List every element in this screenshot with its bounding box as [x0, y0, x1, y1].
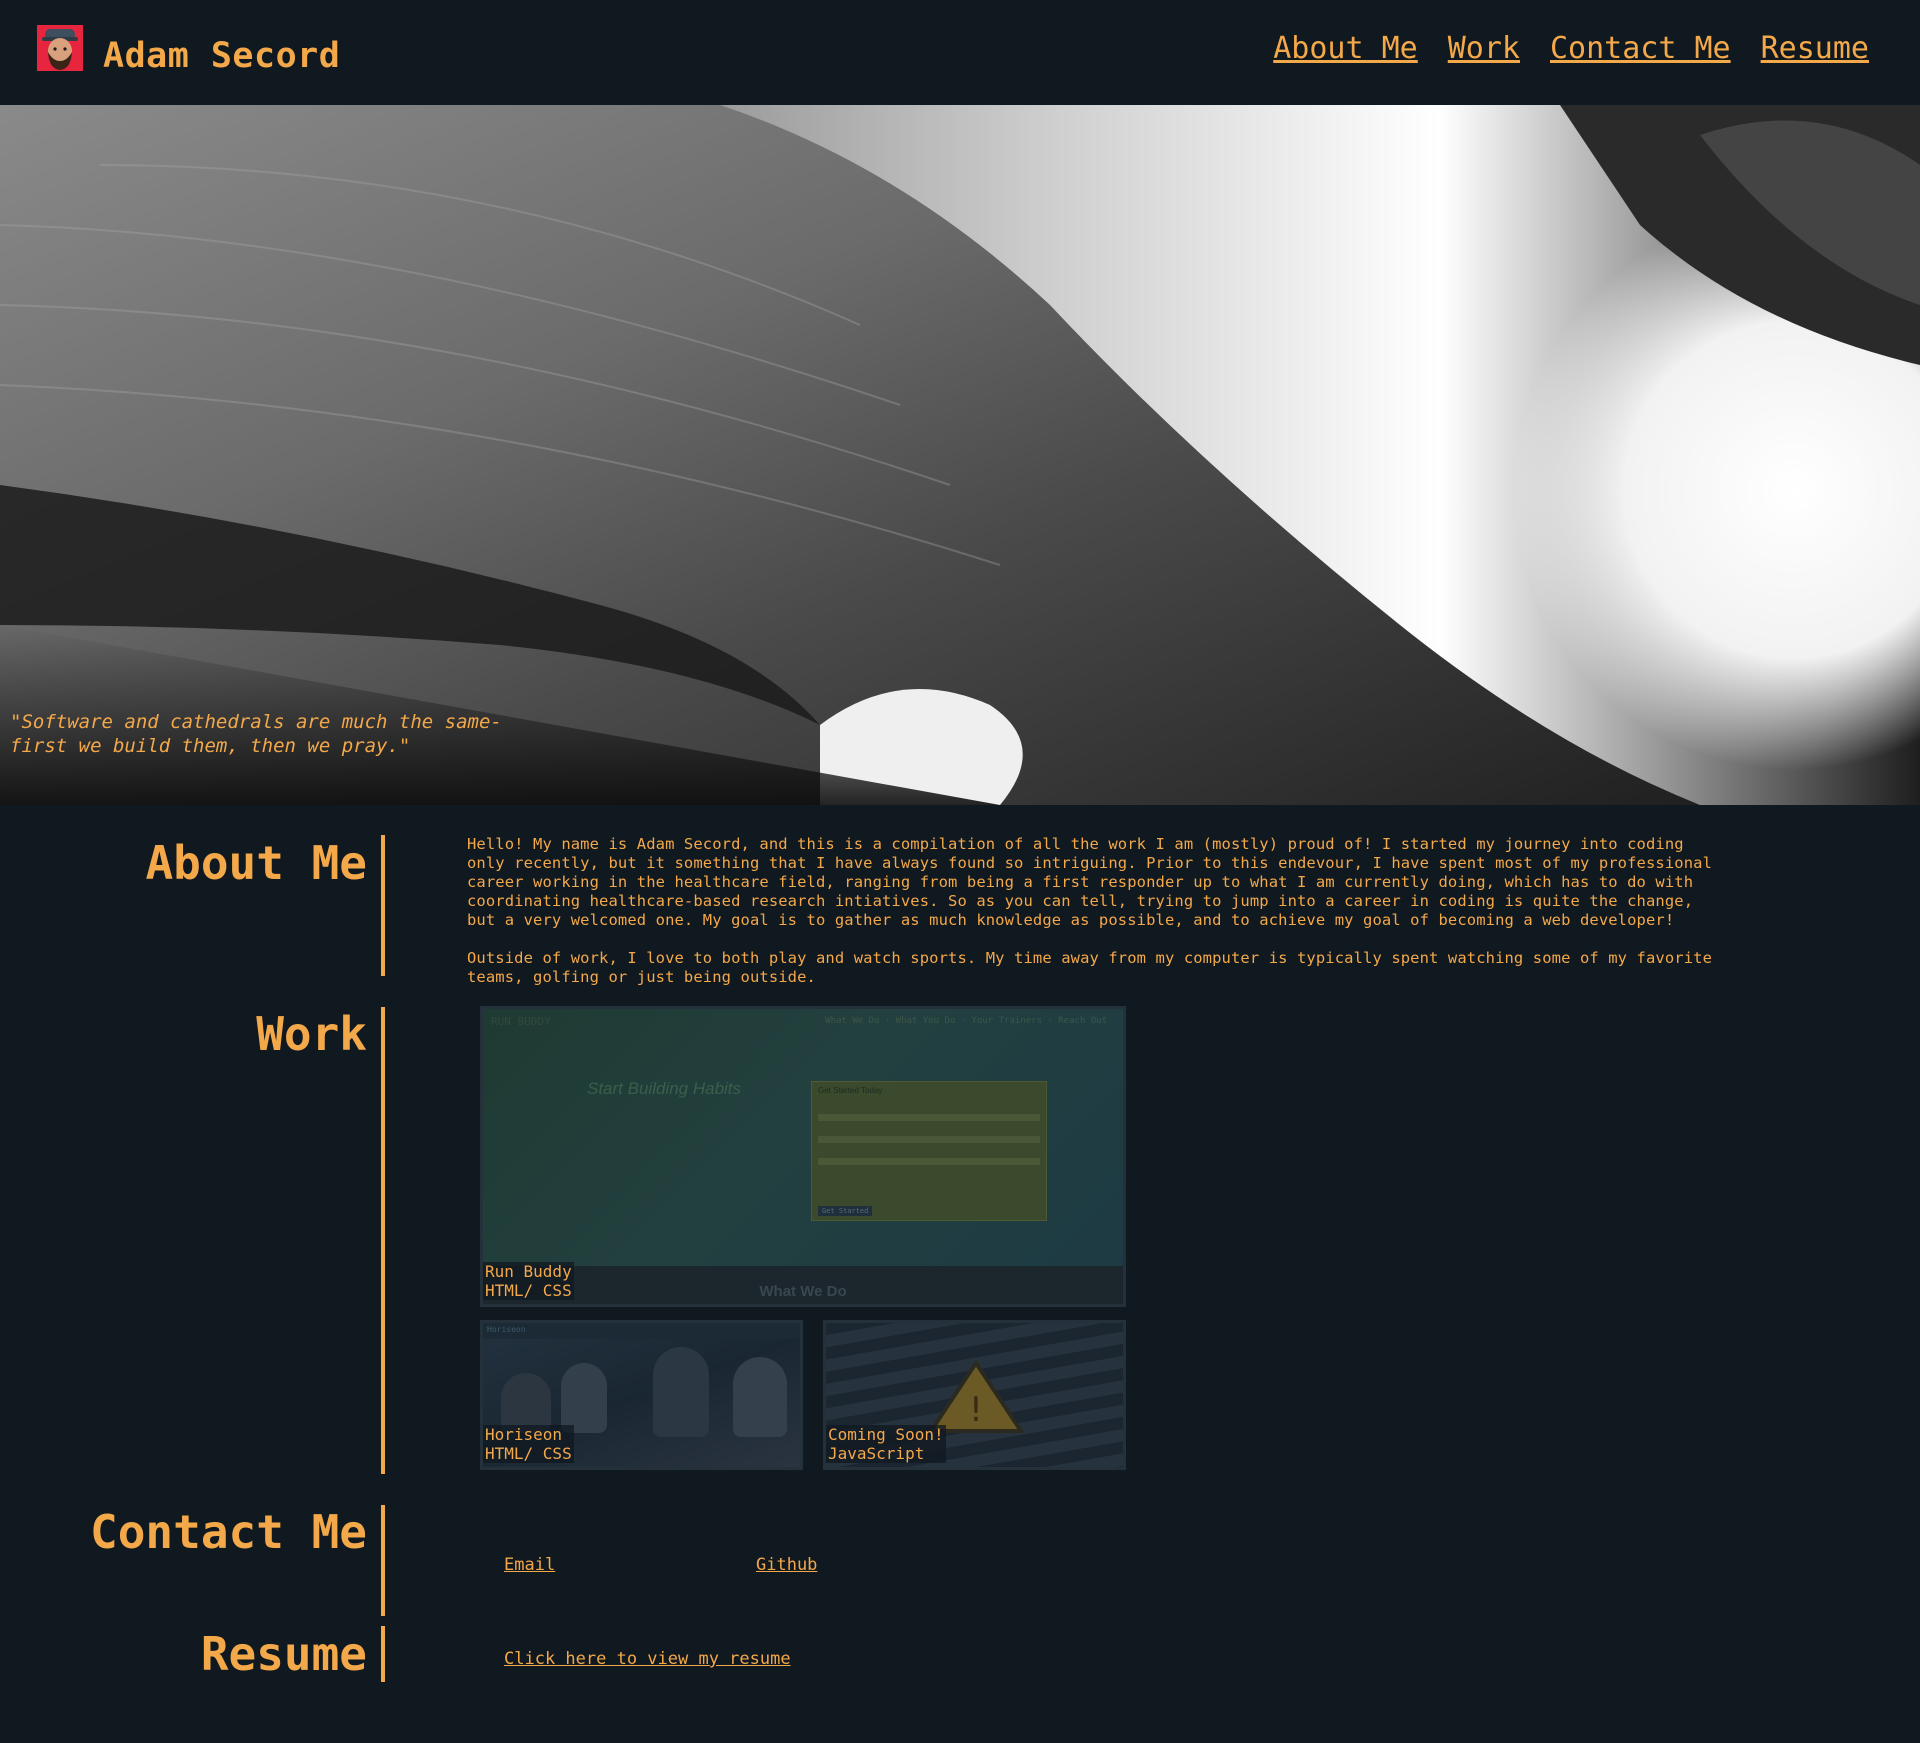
- avatar: [37, 25, 83, 71]
- thumb-figure: [561, 1363, 607, 1433]
- project-name: Horiseon: [485, 1425, 563, 1444]
- contact-title: Contact Me: [90, 1505, 367, 1559]
- project-card-run-buddy[interactable]: RUN BUDDY What We Do · What You Do · You…: [480, 1006, 1126, 1307]
- work-title: Work: [256, 1007, 367, 1061]
- nav-link-work[interactable]: Work: [1448, 31, 1520, 66]
- thumb-header-band: [483, 1323, 800, 1339]
- thumb-figure: [501, 1373, 551, 1433]
- email-link[interactable]: Email: [504, 1555, 555, 1575]
- thumb-form: Get Started Today Get Started: [811, 1081, 1047, 1221]
- github-link[interactable]: Github: [756, 1555, 817, 1575]
- about-paragraph-2: Outside of work, I love to both play and…: [467, 949, 1712, 986]
- thumb-form-field: [818, 1136, 1040, 1143]
- thumb-nav: What We Do · What You Do · Your Trainers…: [825, 1016, 1107, 1026]
- resume-title: Resume: [200, 1627, 367, 1681]
- nav-link-resume[interactable]: Resume: [1761, 31, 1869, 66]
- thumb-form-field: [818, 1158, 1040, 1165]
- thumb-footer-heading: What We Do: [759, 1283, 847, 1300]
- about-text: Hello! My name is Adam Secord, and this …: [467, 835, 1722, 987]
- resume-divider: [381, 1626, 385, 1682]
- main-nav: About Me Work Contact Me Resume: [1273, 31, 1869, 66]
- thumb-brand: Horiseon: [487, 1325, 526, 1334]
- svg-text:!: !: [969, 1390, 983, 1430]
- thumb-form-button: Get Started: [818, 1206, 873, 1216]
- project-card-coming-soon[interactable]: ! Coming Soon! JavaScript: [823, 1320, 1126, 1470]
- thumb-figure: [653, 1347, 709, 1437]
- thumb-heading: Start Building Habits: [587, 1079, 742, 1098]
- wave-image: [0, 105, 1920, 805]
- site-header: Adam Secord About Me Work Contact Me Res…: [0, 0, 1920, 105]
- thumb-form-title: Get Started Today: [818, 1086, 883, 1095]
- hero-banner: "Software and cathedrals are much the sa…: [0, 105, 1920, 805]
- contact-divider: [381, 1505, 385, 1616]
- thumb-form-field: [818, 1114, 1040, 1121]
- resume-link[interactable]: Click here to view my resume: [504, 1649, 791, 1669]
- about-title: About Me: [145, 836, 367, 890]
- site-name: Adam Secord: [103, 36, 341, 76]
- project-name: Run Buddy: [485, 1262, 572, 1281]
- project-tech: HTML/ CSS: [485, 1444, 572, 1463]
- project-caption: Coming Soon! JavaScript: [826, 1425, 946, 1463]
- about-paragraph-1: Hello! My name is Adam Secord, and this …: [467, 835, 1712, 929]
- project-tech: HTML/ CSS: [485, 1281, 572, 1300]
- about-divider: [381, 835, 385, 976]
- project-caption: Horiseon HTML/ CSS: [483, 1425, 574, 1463]
- nav-link-contact-me[interactable]: Contact Me: [1550, 31, 1731, 66]
- project-caption: Run Buddy HTML/ CSS: [483, 1262, 574, 1300]
- thumb-brand: RUN BUDDY: [491, 1015, 551, 1028]
- nav-link-about-me[interactable]: About Me: [1273, 31, 1418, 66]
- project-card-horiseon[interactable]: Horiseon Horiseon HTML/ CSS: [480, 1320, 803, 1470]
- project-tech: JavaScript: [828, 1444, 925, 1463]
- hero-quote: "Software and cathedrals are much the sa…: [10, 711, 502, 757]
- project-thumbnail-run-buddy: RUN BUDDY What We Do · What You Do · You…: [483, 1009, 1123, 1304]
- thumb-figure: [733, 1357, 787, 1437]
- project-name: Coming Soon!: [828, 1425, 944, 1444]
- work-divider: [381, 1007, 385, 1474]
